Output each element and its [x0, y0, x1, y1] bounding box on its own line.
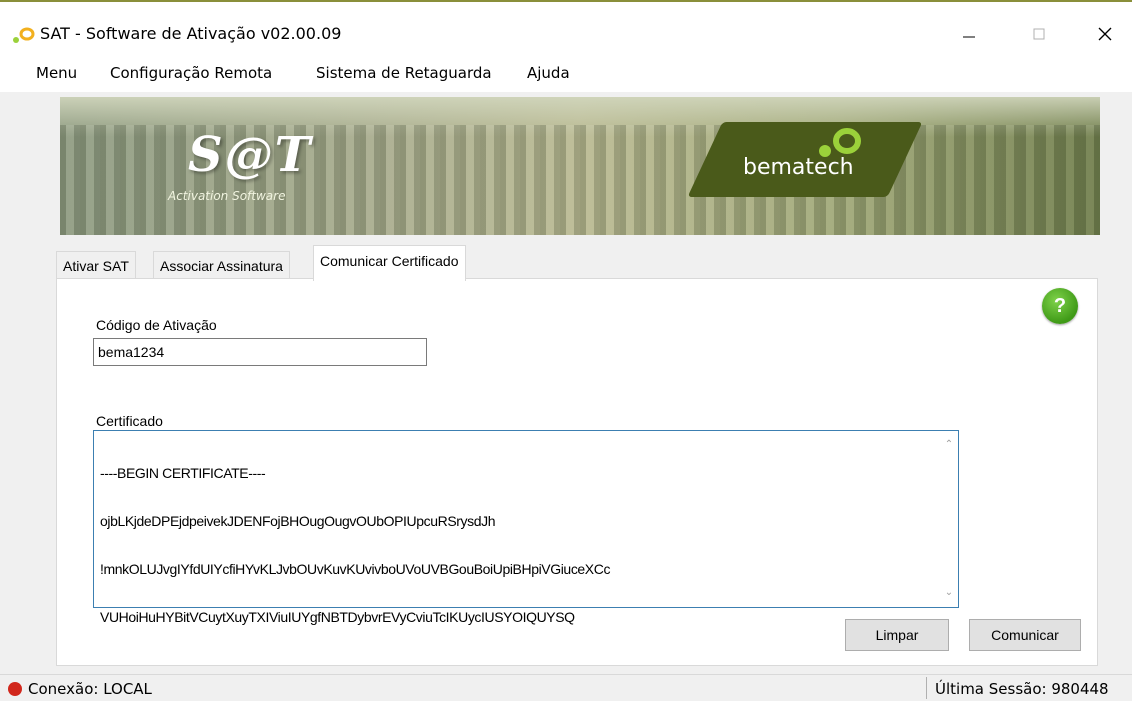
certificado-text: ----BEGIN CERTIFICATE---- ojbLKjdeDPEjdp… [100, 433, 610, 657]
codigo-ativacao-input[interactable] [93, 338, 427, 366]
comunicar-button[interactable]: Comunicar [969, 619, 1081, 651]
limpar-button[interactable]: Limpar [845, 619, 949, 651]
menu-bar: Menu Configuração Remota Sistema de Reta… [0, 54, 1132, 92]
minimize-icon [963, 36, 975, 38]
bematech-brand-text: bematech [743, 155, 854, 180]
minimize-button[interactable] [946, 14, 992, 54]
tab-ativar-sat[interactable]: Ativar SAT [56, 251, 136, 279]
app-logo-icon [13, 27, 35, 43]
close-button[interactable] [1082, 14, 1128, 54]
connection-status-icon [8, 682, 22, 696]
scroll-up-icon[interactable]: ⌃ [944, 439, 954, 450]
cert-line: !mnkOLUJvgIYfdUIYcfiHYvKLJvbOUvKuvKUvivb… [100, 561, 611, 577]
app-window: SAT - Software de Ativação v02.00.09 Men… [0, 0, 1132, 701]
menu-item-ajuda[interactable]: Ajuda [527, 64, 570, 82]
maximize-icon [1033, 28, 1045, 40]
cert-line: ----BEGIN CERTIFICATE---- [100, 465, 266, 481]
codigo-ativacao-label: Código de Ativação [96, 317, 217, 333]
certificado-label: Certificado [96, 413, 163, 429]
certificado-textarea[interactable]: ----BEGIN CERTIFICATE---- ojbLKjdeDPEjdp… [93, 430, 959, 625]
close-icon [1098, 27, 1112, 41]
menu-item-configuracao-remota[interactable]: Configuração Remota [110, 64, 272, 82]
help-icon[interactable]: ? [1042, 288, 1078, 324]
status-bar: Conexão: LOCAL Última Sessão: 980448 [0, 674, 1132, 701]
window-title: SAT - Software de Ativação v02.00.09 [40, 24, 342, 43]
vertical-scrollbar[interactable]: ⌃ ⌄ [940, 431, 958, 607]
cert-line: VUHoiHuHYBitVCuytXuyTXIViuIUYgfNBTDybvrE… [100, 609, 575, 625]
header-banner: S@T Activation Software bematech [60, 97, 1100, 235]
tab-associar-assinatura[interactable]: Associar Assinatura [153, 251, 290, 279]
connection-status: Conexão: LOCAL [28, 680, 152, 698]
menu-item-menu[interactable]: Menu [36, 64, 77, 82]
title-bar[interactable]: SAT - Software de Ativação v02.00.09 [0, 2, 1132, 54]
maximize-button[interactable] [1016, 14, 1062, 54]
status-divider [926, 677, 927, 699]
tab-comunicar-certificado[interactable]: Comunicar Certificado [313, 245, 466, 281]
scroll-down-icon[interactable]: ⌄ [944, 587, 954, 598]
cert-line: ojbLKjdeDPEjdpeivekJDENFojBHOugOugvOUbOP… [100, 513, 496, 529]
menu-item-sistema-retaguarda[interactable]: Sistema de Retaguarda [316, 64, 492, 82]
last-session-status: Última Sessão: 980448 [935, 680, 1109, 698]
sat-subtitle: Activation Software [168, 189, 286, 203]
sat-logo: S@T [188, 127, 313, 183]
